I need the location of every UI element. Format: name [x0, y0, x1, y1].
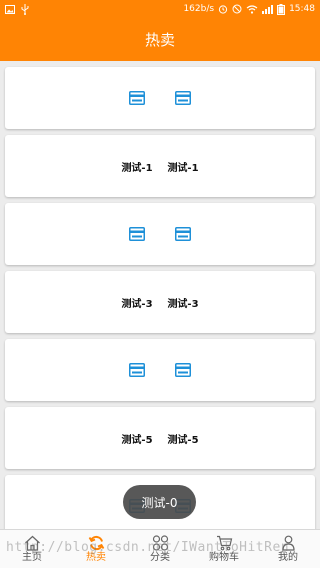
page-title: 热卖 — [144, 31, 175, 49]
toast-message: 测试-0 — [123, 485, 196, 519]
grid-icon — [152, 535, 169, 551]
image-notification-icon — [5, 4, 15, 14]
nav-label: 热卖 — [86, 552, 106, 563]
item-text: 测试-1 — [121, 162, 153, 174]
wifi-icon — [246, 4, 258, 14]
signal-icon — [262, 4, 274, 14]
nav-item-cart[interactable]: 购物车 — [192, 530, 256, 568]
nav-label: 主页 — [22, 552, 42, 563]
item-text: 测试-3 — [167, 298, 199, 310]
nav-item-home[interactable]: 主页 — [0, 530, 64, 568]
net-speed: 162b/s — [183, 4, 215, 14]
product-list[interactable]: 测试-1 测试-1 测试-3 测试-3 测试-5 测试-5 — [0, 61, 320, 529]
list-item[interactable] — [5, 67, 315, 129]
home-icon — [24, 535, 41, 551]
list-item[interactable]: 测试-3 测试-3 — [5, 271, 315, 333]
item-text: 测试-3 — [121, 298, 153, 310]
cart-icon — [216, 535, 233, 551]
item-text: 测试-1 — [167, 162, 199, 174]
list-item[interactable] — [5, 339, 315, 401]
alarm-icon — [218, 4, 228, 14]
mute-icon — [232, 4, 242, 14]
list-item[interactable]: 测试-1 测试-1 — [5, 135, 315, 197]
nav-item-category[interactable]: 分类 — [128, 530, 192, 568]
card-icon — [160, 91, 206, 105]
clock: 15:48 — [289, 4, 315, 14]
nav-item-hot[interactable]: 热卖 — [64, 530, 128, 568]
app-screen: 162b/s 15:48 热卖 测试-1 测试-1 测试-3 测试-3 测试-5… — [0, 0, 320, 568]
card-icon — [114, 227, 160, 241]
usb-icon — [21, 3, 29, 15]
card-icon — [160, 227, 206, 241]
nav-label: 我的 — [278, 552, 298, 563]
nav-item-me[interactable]: 我的 — [256, 530, 320, 568]
user-icon — [280, 535, 297, 551]
status-bar: 162b/s 15:48 — [0, 0, 320, 18]
item-text: 测试-5 — [167, 434, 199, 446]
bottom-navigation: 主页 热卖 分类 购物车 我的 — [0, 529, 320, 568]
battery-icon — [277, 3, 286, 15]
card-icon — [160, 363, 206, 377]
card-icon — [114, 91, 160, 105]
card-icon — [114, 363, 160, 377]
toast-text: 测试-0 — [141, 495, 178, 510]
list-item[interactable] — [5, 203, 315, 265]
refresh-icon — [88, 535, 105, 551]
nav-label: 购物车 — [209, 552, 239, 563]
app-bar: 热卖 — [0, 18, 320, 61]
list-item[interactable]: 测试-5 测试-5 — [5, 407, 315, 469]
item-text: 测试-5 — [121, 434, 153, 446]
nav-label: 分类 — [150, 552, 170, 563]
